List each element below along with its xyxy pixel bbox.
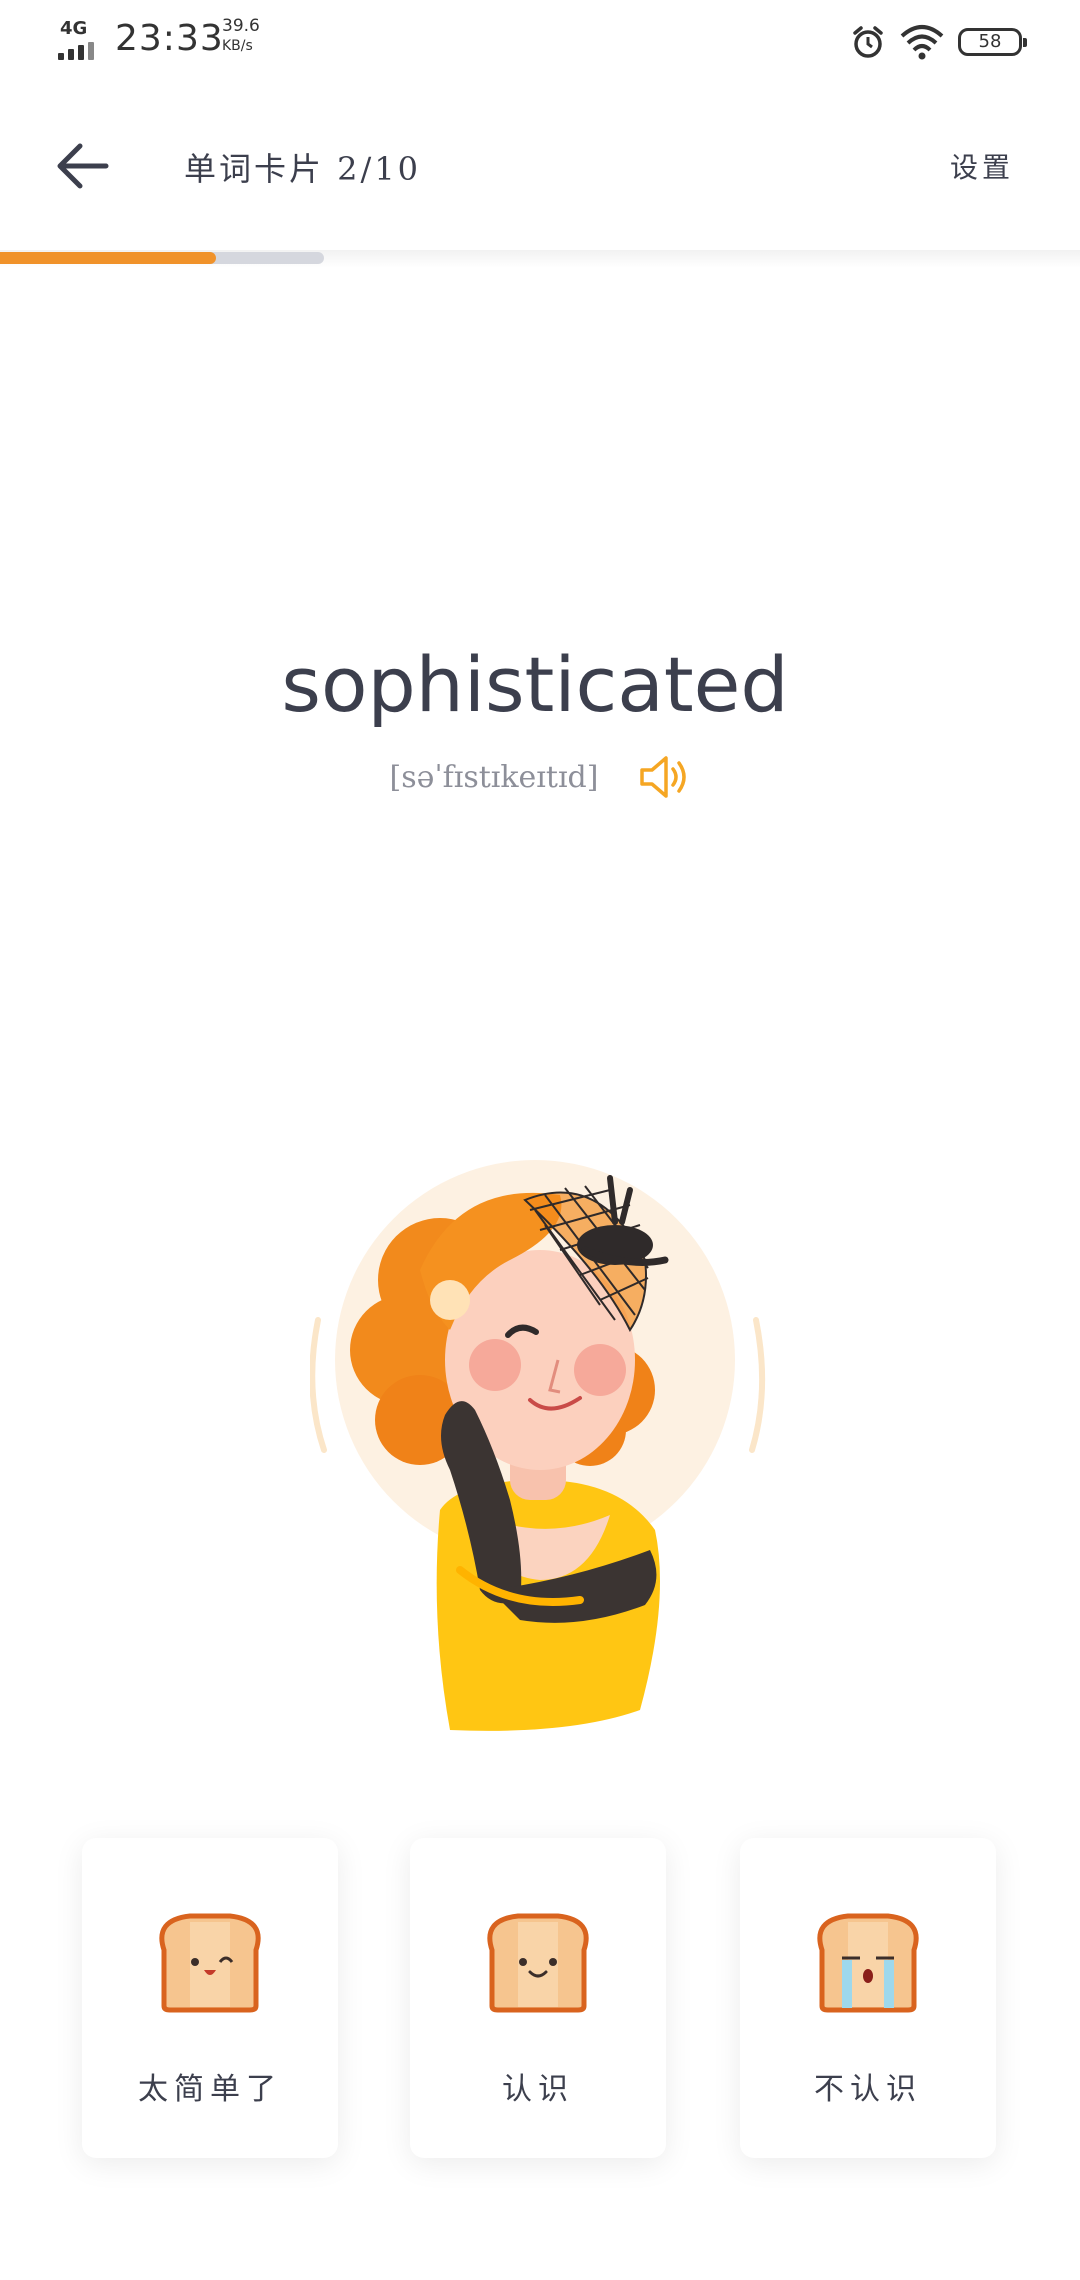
- settings-button[interactable]: 设置: [950, 146, 1014, 186]
- back-arrow-icon: [57, 143, 109, 189]
- network-type: 4G: [60, 18, 88, 39]
- option-label: 不认识: [814, 2072, 922, 2107]
- option-dont-know-button[interactable]: 不认识: [740, 1838, 996, 2158]
- page-title: 单词卡片 2/10: [184, 150, 422, 188]
- toast-smile-icon: [487, 1913, 589, 2013]
- option-label: 认识: [502, 2072, 574, 2107]
- progress-fill: [0, 252, 216, 264]
- network-speed: 39.6 KB/s: [222, 16, 260, 56]
- elegant-lady-illustration: [310, 1160, 766, 1731]
- pronunciation-row: [səˈfɪstɪkeɪtɪd]: [0, 752, 1080, 802]
- battery-level: 58: [978, 31, 1002, 52]
- option-label: 太简单了: [138, 2072, 282, 2107]
- signal-icon: 4G: [58, 18, 108, 60]
- clock: 23:33: [115, 18, 224, 59]
- back-button[interactable]: [54, 138, 114, 194]
- speed-value: 39.6: [222, 16, 260, 36]
- option-know-button[interactable]: 认识: [410, 1838, 666, 2158]
- speaker-icon[interactable]: [638, 752, 690, 802]
- wifi-icon: [900, 25, 944, 60]
- option-too-easy-button[interactable]: 太简单了: [82, 1838, 338, 2158]
- speed-unit: KB/s: [222, 38, 253, 54]
- phonetic-text: [səˈfɪstɪkeɪtɪd]: [389, 759, 599, 795]
- alarm-icon: [853, 26, 883, 58]
- progress-bar: [0, 252, 324, 264]
- app-header: 单词卡片 2/10 设置: [0, 80, 1080, 252]
- toast-cry-icon: [817, 1913, 919, 2013]
- word-text: sophisticated: [281, 640, 789, 729]
- battery-icon: 58: [958, 28, 1027, 56]
- toast-wink-icon: [159, 1913, 261, 2013]
- status-bar: 4G 23:33 39.6 KB/s 58: [0, 0, 1080, 80]
